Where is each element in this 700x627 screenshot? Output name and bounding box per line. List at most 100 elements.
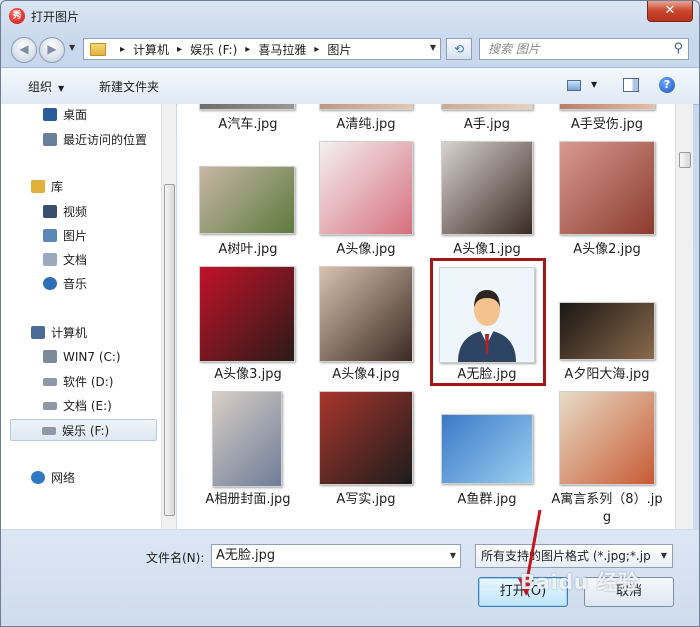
file-list-scrollbar[interactable] (675, 104, 693, 529)
file-thumbnail[interactable] (199, 166, 295, 234)
file-name[interactable]: A头像4.jpg (307, 366, 425, 384)
command-bar: 组织 ▼ 新建文件夹 ▼ ? (1, 67, 699, 105)
music-icon (43, 277, 57, 290)
sidebar-item-label: 库 (51, 180, 64, 194)
navigation-scrollbar[interactable] (161, 104, 176, 529)
documents-icon (43, 253, 57, 266)
file-thumbnail[interactable] (441, 141, 533, 235)
recent-pages-dropdown-icon[interactable]: ▼ (69, 43, 75, 52)
change-view-icon[interactable] (567, 80, 581, 91)
folder-icon (90, 42, 106, 56)
new-folder-button[interactable]: 新建文件夹 (99, 78, 159, 95)
breadcrumb-separator-icon[interactable]: ▸ (120, 44, 125, 55)
sidebar-item-recent[interactable]: 最近访问的位置 (1, 129, 161, 151)
sidebar-item-label: 计算机 (51, 326, 88, 340)
sidebar-item-drive-e[interactable]: 文档 (E:) (1, 395, 161, 417)
sidebar-item-desktop[interactable]: 桌面 (1, 104, 161, 126)
sidebar-item-label: 图片 (63, 229, 88, 243)
file-list-scroll-thumb[interactable] (679, 152, 691, 168)
sidebar-item-libraries[interactable]: 库 (1, 176, 161, 198)
file-thumbnail[interactable] (319, 266, 413, 362)
file-thumbnail[interactable] (199, 266, 295, 362)
address-bar[interactable]: ▸ 计算机 ▸ 娱乐 (F:) ▸ 喜马拉雅 ▸ 图片 ▼ (83, 38, 441, 60)
refresh-icon[interactable]: ⟲ (446, 38, 472, 60)
file-name[interactable]: A鱼群.jpg (428, 491, 546, 509)
view-options-dropdown-icon[interactable]: ▼ (591, 80, 597, 89)
breadcrumb-current[interactable]: 图片 (327, 41, 351, 58)
drive-icon (43, 378, 57, 386)
file-thumbnail[interactable] (441, 104, 533, 110)
file-name[interactable]: A汽车.jpg (189, 116, 307, 134)
file-name[interactable]: A头像2.jpg (548, 241, 666, 259)
file-thumbnail[interactable] (441, 414, 533, 484)
file-thumbnail[interactable] (319, 141, 413, 235)
system-drive-icon (43, 350, 57, 363)
sidebar-item-videos[interactable]: 视频 (1, 201, 161, 223)
desktop-icon (43, 108, 57, 121)
sidebar-item-label: 最近访问的位置 (63, 133, 148, 147)
file-name[interactable]: A写实.jpg (307, 491, 425, 509)
breadcrumb-separator-icon[interactable]: ▸ (314, 44, 319, 55)
sidebar-item-label: WIN7 (C:) (63, 350, 121, 364)
selection-highlight (430, 258, 546, 386)
sidebar-item-pictures[interactable]: 图片 (1, 225, 161, 247)
file-thumbnail[interactable] (319, 104, 413, 110)
file-type-dropdown-icon[interactable]: ▼ (661, 545, 667, 567)
chevron-down-icon: ▼ (58, 84, 65, 93)
file-name[interactable]: A相册封面.jpg (189, 491, 307, 509)
file-thumbnail[interactable] (199, 104, 295, 110)
breadcrumb-folder[interactable]: 喜马拉雅 (258, 41, 306, 58)
file-name[interactable]: A手受伤.jpg (548, 116, 666, 134)
sidebar-item-label: 文档 (63, 253, 88, 267)
navigation-bar: ◀ ▶ ▼ ▸ 计算机 ▸ 娱乐 (F:) ▸ 喜马拉雅 ▸ 图片 ▼ ⟲ 搜索… (1, 35, 699, 63)
watermark-logo: Baidu 经验 (520, 570, 640, 594)
computer-icon (31, 326, 45, 339)
file-type-value: 所有支持的图片格式 (*.jpg;*.jp (481, 549, 651, 563)
close-button[interactable]: ✕ (647, 1, 693, 22)
address-dropdown-icon[interactable]: ▼ (430, 43, 436, 52)
help-icon[interactable]: ? (659, 77, 675, 93)
navigation-pane: 桌面 最近访问的位置 库 视频 图片 文档 音乐 计算机 WIN7 (C:) 软… (1, 104, 176, 529)
file-name[interactable]: A树叶.jpg (189, 241, 307, 259)
forward-icon[interactable]: ▶ (39, 37, 65, 63)
file-name[interactable]: A头像.jpg (307, 241, 425, 259)
file-name[interactable]: A手.jpg (428, 116, 546, 134)
breadcrumb-drive[interactable]: 娱乐 (F:) (190, 41, 237, 58)
file-thumbnail[interactable] (319, 391, 413, 485)
window-title: 打开图片 (31, 10, 80, 24)
sidebar-item-music[interactable]: 音乐 (1, 273, 161, 295)
breadcrumb-separator-icon[interactable]: ▸ (177, 44, 182, 55)
sidebar-item-drive-d[interactable]: 软件 (D:) (1, 371, 161, 393)
file-thumbnail[interactable] (559, 391, 655, 485)
search-input[interactable]: 搜索 图片 ⚲ (479, 38, 689, 60)
file-thumbnail[interactable] (559, 302, 655, 360)
title-bar: 秀 打开图片 ✕ (1, 1, 699, 31)
network-icon (31, 471, 45, 484)
file-name[interactable]: A头像3.jpg (189, 366, 307, 384)
search-placeholder: 搜索 图片 (488, 42, 540, 56)
file-thumbnail[interactable] (212, 391, 282, 487)
organize-menu[interactable]: 组织 ▼ (28, 78, 64, 95)
file-thumbnail[interactable] (559, 104, 655, 110)
filename-input[interactable]: A无脸.jpg ▼ (211, 544, 461, 568)
navigation-scroll-thumb[interactable] (164, 184, 175, 516)
app-icon: 秀 (9, 8, 25, 24)
sidebar-item-documents[interactable]: 文档 (1, 249, 161, 271)
file-name[interactable]: A夕阳大海.jpg (548, 366, 666, 384)
file-type-select[interactable]: 所有支持的图片格式 (*.jpg;*.jp ▼ (475, 544, 673, 568)
file-name[interactable]: A头像1.jpg (428, 241, 546, 259)
sidebar-item-network[interactable]: 网络 (1, 467, 161, 489)
preview-pane-icon[interactable] (623, 78, 639, 92)
sidebar-item-drive-c[interactable]: WIN7 (C:) (1, 346, 161, 368)
file-thumbnail[interactable] (559, 141, 655, 235)
search-icon[interactable]: ⚲ (673, 39, 683, 59)
file-name[interactable]: A清纯.jpg (307, 116, 425, 134)
sidebar-item-computer[interactable]: 计算机 (1, 322, 161, 344)
open-picture-dialog: 秀 打开图片 ✕ ◀ ▶ ▼ ▸ 计算机 ▸ 娱乐 (F:) ▸ 喜马拉雅 ▸ … (0, 0, 700, 627)
back-icon[interactable]: ◀ (11, 37, 37, 63)
file-name[interactable]: A寓言系列（8）.jpg (548, 491, 666, 527)
breadcrumb-separator-icon[interactable]: ▸ (245, 44, 250, 55)
sidebar-item-drive-f[interactable]: 娱乐 (F:) (10, 419, 157, 441)
breadcrumb-computer[interactable]: 计算机 (133, 41, 169, 58)
filename-dropdown-icon[interactable]: ▼ (450, 545, 456, 567)
